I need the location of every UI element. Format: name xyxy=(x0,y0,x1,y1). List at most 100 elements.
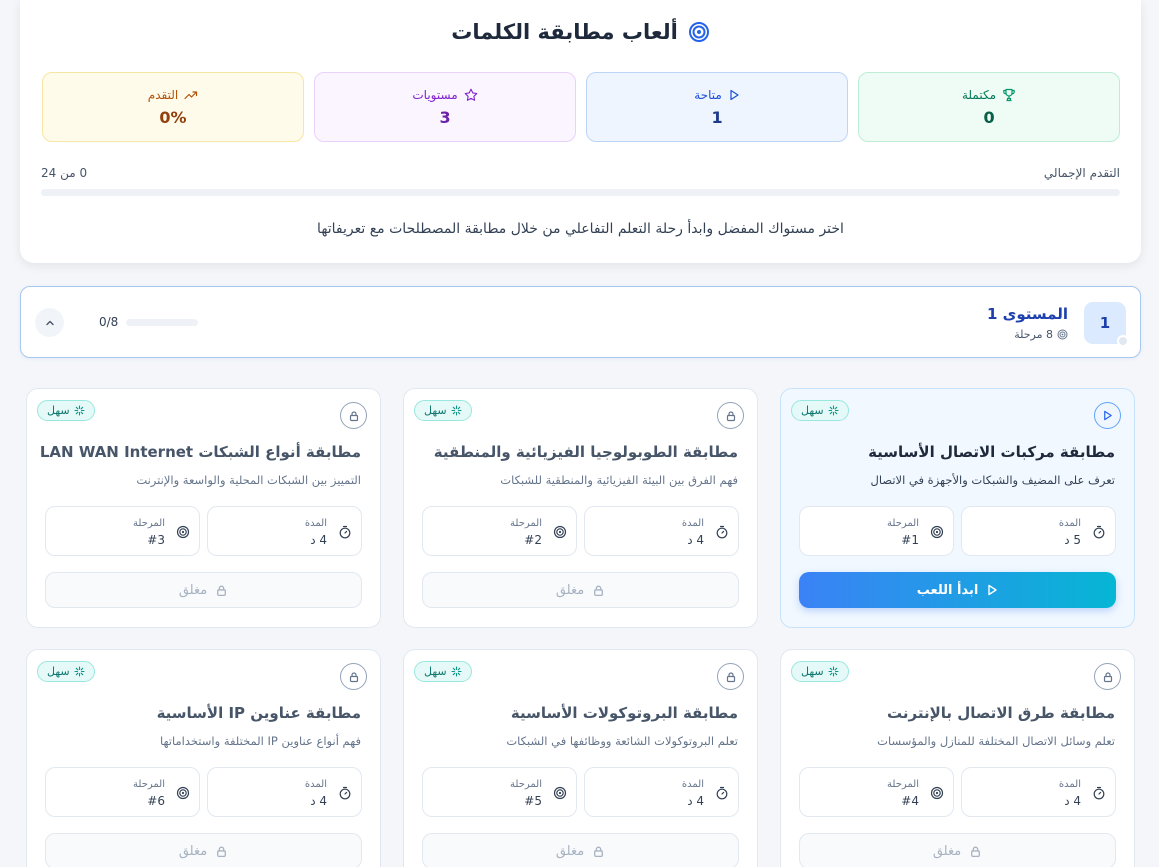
sparkle-icon xyxy=(74,405,85,416)
timer-icon xyxy=(338,786,352,800)
locked-label: مغلق xyxy=(555,843,585,859)
duration-box: المدة 4 د xyxy=(584,506,739,556)
duration-label: المدة xyxy=(681,779,704,790)
chevron-up-icon xyxy=(44,317,56,329)
game-description: فهم أنواع عناوين IP المختلفة واستخداماته… xyxy=(159,734,361,748)
overview-card: ألعاب مطابقة الكلمات مكتملة 0 متاحة 1 مس… xyxy=(20,0,1141,263)
duration-box: المدة 4 د xyxy=(207,767,362,817)
stage-label: المرحلة xyxy=(510,779,542,790)
start-game-button[interactable]: ابدأ اللعب xyxy=(799,572,1116,608)
start-label: ابدأ اللعب xyxy=(916,582,979,598)
duration-label: المدة xyxy=(304,779,327,790)
locked-button: مغلق xyxy=(45,572,362,608)
target-icon xyxy=(930,525,944,539)
page-title: ألعاب مطابقة الكلمات xyxy=(451,20,678,44)
sparkle-icon xyxy=(451,666,462,677)
duration-label: المدة xyxy=(1058,779,1081,790)
stage-value: #1 xyxy=(901,533,919,547)
star-icon xyxy=(464,88,478,102)
level-number: 1 xyxy=(1099,314,1111,332)
level-subtitle: 8 مرحلة xyxy=(1014,328,1068,341)
play-icon xyxy=(1094,402,1121,429)
duration-box: المدة 5 د xyxy=(961,506,1116,556)
stage-box: المرحلة #3 xyxy=(45,506,200,556)
locked-button: مغلق xyxy=(422,572,739,608)
difficulty-label: سهل xyxy=(424,404,447,417)
lock-icon xyxy=(340,663,367,690)
target-icon xyxy=(176,786,190,800)
level-number-badge: 1 xyxy=(1084,302,1129,347)
level-status-dot xyxy=(1117,335,1129,347)
timer-icon xyxy=(715,525,729,539)
locked-button: مغلق xyxy=(422,833,739,867)
stage-value: #6 xyxy=(147,794,165,808)
game-description: تعرف على المضيف والشبكات والأجهزة في الا… xyxy=(870,473,1115,487)
difficulty-badge: سهل xyxy=(791,400,849,421)
game-description: تعلم وسائل الاتصال المختلفة للمنازل والم… xyxy=(877,734,1115,748)
difficulty-label: سهل xyxy=(47,404,70,417)
game-title: مطابقة البروتوكولات الأساسية xyxy=(510,704,738,722)
target-icon xyxy=(930,786,944,800)
stat-available-value: 1 xyxy=(711,107,723,127)
game-card: سهل مطابقة البروتوكولات الأساسية تعلم ال… xyxy=(403,649,758,867)
target-icon xyxy=(688,21,710,43)
stage-label: المرحلة xyxy=(887,779,919,790)
level-header[interactable]: 1 المستوى 1 8 مرحلة 0/8 xyxy=(20,286,1141,358)
stage-value: #2 xyxy=(524,533,542,547)
duration-value: 5 د xyxy=(1064,533,1081,547)
overall-progress-row: التقدم الإجمالي 0 من 24 xyxy=(41,166,1120,180)
game-title: مطابقة الطوبولوجيا الفيزيائية والمنطقية xyxy=(433,443,738,461)
game-description: تعلم البروتوكولات الشائعة ووظائفها في ال… xyxy=(506,734,738,748)
stat-progress-label: التقدم xyxy=(147,87,179,102)
stat-levels-label: مستويات xyxy=(412,87,458,102)
duration-label: المدة xyxy=(304,518,327,529)
duration-value: 4 د xyxy=(687,794,704,808)
stage-box: المرحلة #2 xyxy=(422,506,577,556)
collapse-button[interactable] xyxy=(35,308,64,337)
lock-icon xyxy=(969,845,982,858)
game-card: سهل مطابقة أنواع الشبكات LAN WAN Interne… xyxy=(26,388,381,628)
duration-label: المدة xyxy=(681,518,704,529)
lock-icon xyxy=(717,402,744,429)
timer-icon xyxy=(715,786,729,800)
difficulty-badge: سهل xyxy=(37,661,95,682)
intro-text: اختر مستواك المفضل وابدأ رحلة التعلم الت… xyxy=(317,221,844,237)
difficulty-label: سهل xyxy=(801,404,824,417)
difficulty-badge: سهل xyxy=(37,400,95,421)
difficulty-badge: سهل xyxy=(414,661,472,682)
target-small-icon xyxy=(1057,329,1068,340)
level-progress-text: 0/8 xyxy=(99,315,119,329)
duration-box: المدة 4 د xyxy=(584,767,739,817)
overall-progress-count: 0 من 24 xyxy=(41,166,88,180)
stage-value: #3 xyxy=(147,533,165,547)
target-icon xyxy=(553,525,567,539)
duration-value: 4 د xyxy=(310,533,327,547)
stat-levels: مستويات 3 xyxy=(314,72,576,142)
stat-progress-value: 0% xyxy=(159,107,187,127)
duration-box: المدة 4 د xyxy=(961,767,1116,817)
game-title: مطابقة مركبات الاتصال الأساسية xyxy=(868,443,1115,461)
locked-label: مغلق xyxy=(932,843,962,859)
stage-label: المرحلة xyxy=(133,518,165,529)
overall-progress-label: التقدم الإجمالي xyxy=(1043,166,1120,180)
target-icon xyxy=(176,525,190,539)
lock-icon xyxy=(717,663,744,690)
game-title: مطابقة عناوين IP الأساسية xyxy=(156,704,361,722)
timer-icon xyxy=(1092,525,1106,539)
stage-value: #5 xyxy=(524,794,542,808)
duration-value: 4 د xyxy=(687,533,704,547)
difficulty-badge: سهل xyxy=(791,661,849,682)
stage-box: المرحلة #1 xyxy=(799,506,954,556)
difficulty-label: سهل xyxy=(47,665,70,678)
stat-progress: التقدم 0% xyxy=(42,72,304,142)
game-card: سهل مطابقة طرق الاتصال بالإنترنت تعلم وس… xyxy=(780,649,1135,867)
game-card[interactable]: سهل مطابقة مركبات الاتصال الأساسية تعرف … xyxy=(780,388,1135,628)
sparkle-icon xyxy=(828,405,839,416)
lock-icon xyxy=(592,845,605,858)
lock-icon xyxy=(1094,663,1121,690)
level-progress-bar xyxy=(126,319,198,326)
lock-icon xyxy=(340,402,367,429)
difficulty-label: سهل xyxy=(424,665,447,678)
stat-available: متاحة 1 xyxy=(586,72,848,142)
difficulty-badge: سهل xyxy=(414,400,472,421)
